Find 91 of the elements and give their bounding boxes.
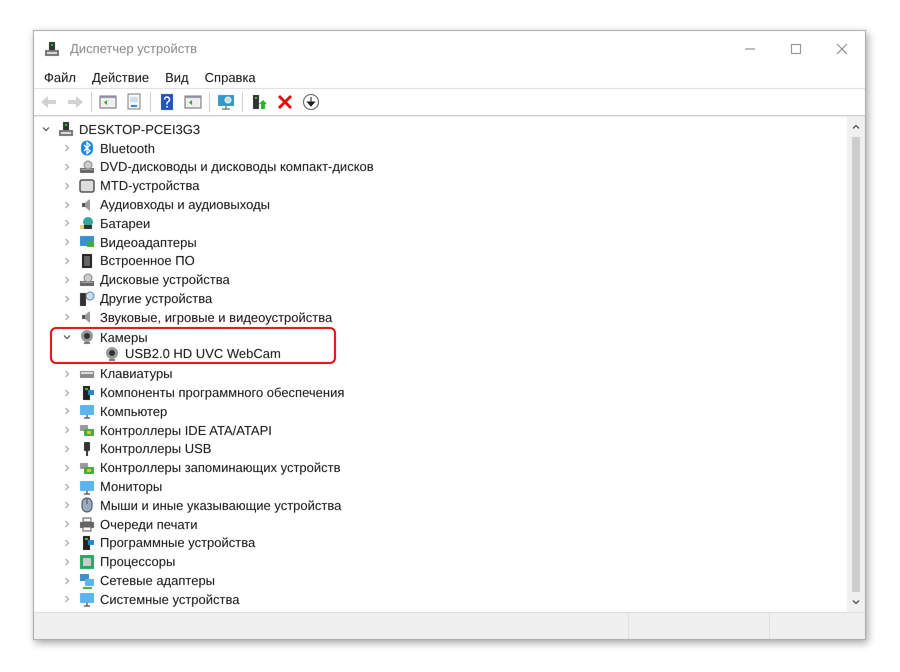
tree-item[interactable]: Другие устройства xyxy=(100,291,212,306)
menu-item[interactable]: Вид xyxy=(157,70,197,84)
menu-item[interactable]: Справка xyxy=(196,70,264,84)
expand-icon[interactable] xyxy=(63,558,71,566)
computer-icon xyxy=(58,121,74,138)
expand-icon[interactable] xyxy=(63,464,71,472)
expand-icon[interactable] xyxy=(63,576,71,585)
tree-item[interactable]: Аудиовходы и аудиовыходы xyxy=(100,197,270,212)
expand-icon[interactable] xyxy=(63,276,71,284)
document-icon xyxy=(125,93,143,111)
tree-item[interactable]: MTD-устройства xyxy=(100,178,200,194)
expand-icon[interactable] xyxy=(63,407,71,416)
collapse-icon[interactable] xyxy=(42,125,50,134)
panel-icon xyxy=(184,93,202,111)
expand-icon[interactable] xyxy=(63,370,71,378)
tree-item[interactable]: Мыши и иные указывающие устройства xyxy=(100,498,342,513)
monitor-icon xyxy=(79,478,95,495)
cross-icon xyxy=(276,93,294,111)
frame-icon xyxy=(79,178,95,194)
expand-icon[interactable] xyxy=(63,313,71,322)
window-title: Диспетчер устройств xyxy=(70,41,198,56)
tree-item[interactable]: Bluetooth xyxy=(100,140,155,156)
scroll-up-icon[interactable] xyxy=(852,123,860,131)
expand-icon[interactable] xyxy=(63,219,71,228)
expand-icon[interactable] xyxy=(63,238,71,246)
tree-item[interactable]: Клавиатуры xyxy=(100,366,173,382)
collapse-icon[interactable] xyxy=(63,333,71,342)
expand-icon[interactable] xyxy=(63,538,71,547)
unknown-device-icon xyxy=(79,290,95,307)
webcam-icon xyxy=(104,346,120,362)
expand-icon[interactable] xyxy=(63,595,71,604)
tree-item[interactable]: Компоненты программного обеспечения xyxy=(100,385,344,400)
expand-icon[interactable] xyxy=(63,182,71,190)
battery-icon xyxy=(79,215,95,232)
tree-item[interactable]: Системные устройства xyxy=(100,592,240,607)
expand-icon[interactable] xyxy=(63,294,71,303)
scroll-down-icon[interactable] xyxy=(852,598,860,606)
tree-item[interactable]: Звуковые, игровые и видеоустройства xyxy=(100,310,332,325)
monitor-icon xyxy=(79,403,95,420)
panel-icon xyxy=(99,93,117,111)
tree-item[interactable]: Процессоры xyxy=(100,554,176,570)
expand-icon[interactable] xyxy=(63,144,71,152)
tree-item[interactable]: Видеоадаптеры xyxy=(100,234,197,250)
expand-icon[interactable] xyxy=(63,388,71,397)
drive-icon xyxy=(79,272,95,288)
tree-item[interactable]: Батареи xyxy=(100,216,150,231)
computer-icon xyxy=(44,40,60,56)
tree-item[interactable]: Контроллеры IDE ATA/ATAPI xyxy=(100,422,272,438)
maximize-icon xyxy=(790,42,802,54)
monitor-icon xyxy=(79,591,95,608)
processor-icon xyxy=(79,554,95,570)
tree-item[interactable]: Программные устройства xyxy=(100,535,256,550)
right-arrow-icon xyxy=(66,93,84,111)
tree-item[interactable]: Встроенное ПО xyxy=(100,253,195,268)
expand-icon[interactable] xyxy=(63,501,71,510)
expand-icon[interactable] xyxy=(63,200,71,209)
tree-item[interactable]: USB2.0 HD UVC WebCam xyxy=(125,346,281,362)
network-icon xyxy=(79,572,95,589)
tree-item[interactable]: Контроллеры USB xyxy=(100,441,212,456)
mouse-icon xyxy=(79,497,95,514)
expand-icon[interactable] xyxy=(63,444,71,453)
circuit-board-icon xyxy=(79,422,95,438)
printer-icon xyxy=(79,516,95,532)
close-icon xyxy=(836,42,848,54)
tree-item[interactable]: DESKTOP-PCEI3G3 xyxy=(79,122,200,137)
bluetooth-icon xyxy=(79,140,95,156)
tree-item[interactable]: Контроллеры запоминающих устройств xyxy=(100,460,340,476)
expand-icon[interactable] xyxy=(63,426,71,434)
tree-item[interactable]: Камеры xyxy=(100,330,148,345)
menu-item[interactable]: Действие xyxy=(84,70,158,84)
chip-icon xyxy=(79,252,95,269)
left-arrow-icon xyxy=(40,93,58,111)
expand-icon[interactable] xyxy=(63,256,71,265)
tree-item[interactable]: Мониторы xyxy=(100,479,162,494)
help-icon xyxy=(158,93,176,111)
tree-item[interactable]: Дисковые устройства xyxy=(100,272,230,288)
expand-icon[interactable] xyxy=(63,520,71,528)
down-arrow-circle-icon xyxy=(302,93,320,111)
tree-item[interactable]: Сетевые адаптеры xyxy=(100,573,216,588)
scroll-thumb[interactable] xyxy=(852,137,860,592)
monitor-search-icon xyxy=(217,93,235,111)
webcam-icon xyxy=(79,329,95,346)
drive-icon xyxy=(79,158,95,175)
tree-item[interactable]: Очереди печати xyxy=(100,516,198,532)
scrollbar[interactable] xyxy=(847,117,865,612)
expand-icon[interactable] xyxy=(63,482,71,491)
device-up-arrow-icon xyxy=(250,93,268,111)
expand-icon[interactable] xyxy=(63,162,71,171)
tree-item[interactable]: DVD-дисководы и дисководы компакт-дисков xyxy=(100,159,374,174)
menu-item[interactable]: Файл xyxy=(36,70,84,84)
tree-item[interactable]: Компьютер xyxy=(100,404,168,419)
